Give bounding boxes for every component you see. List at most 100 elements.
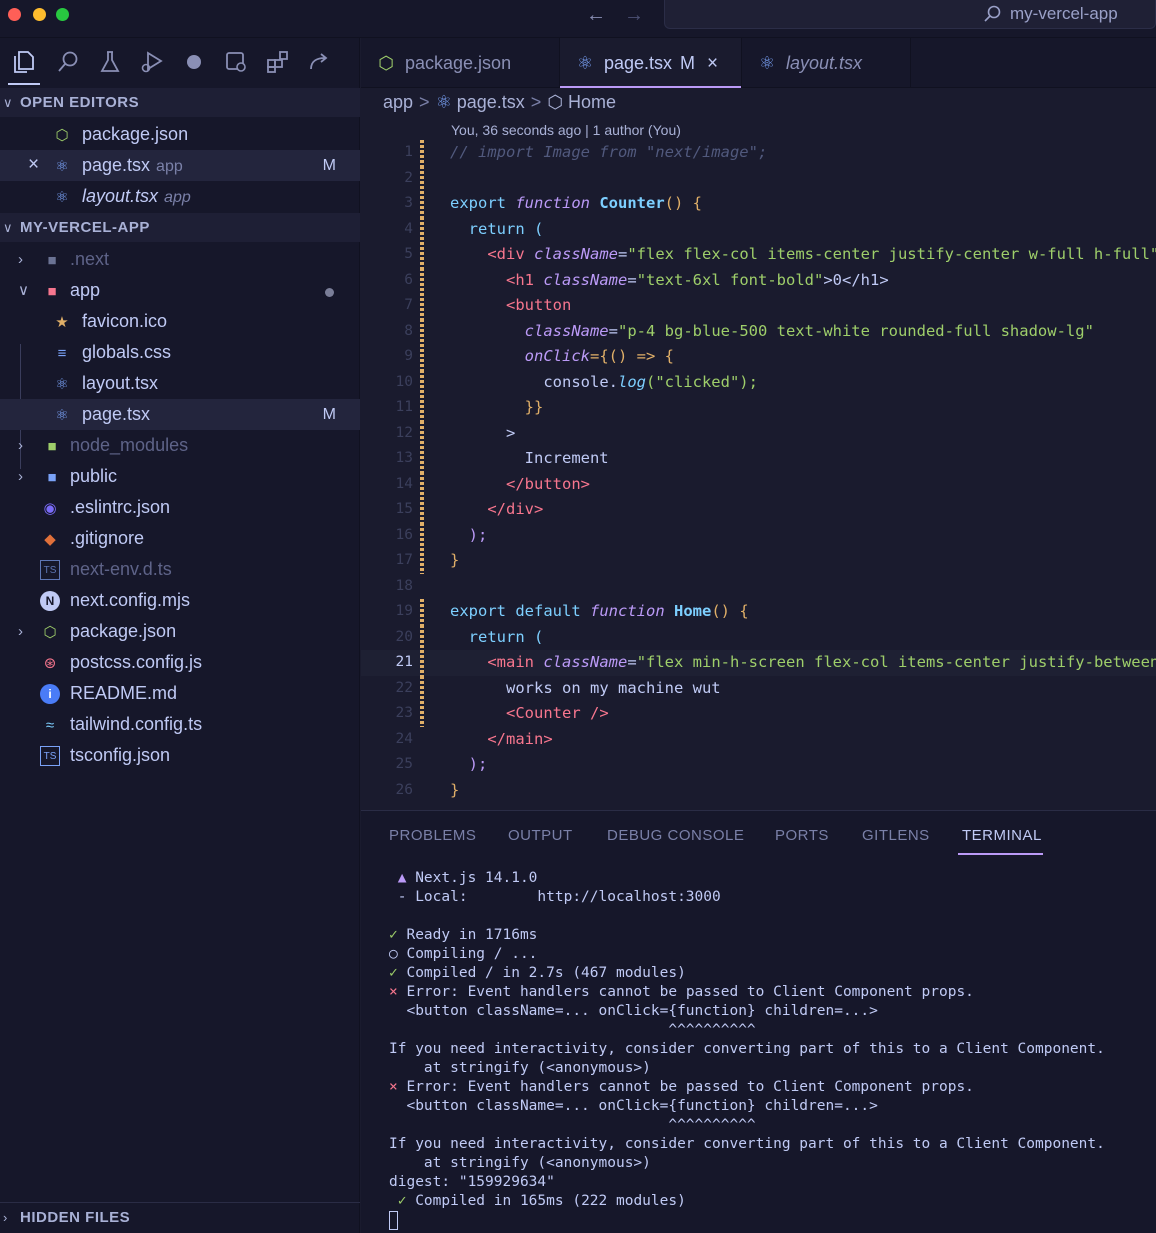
star-icon: ★	[55, 313, 69, 331]
terminal-line: at stringify (<anonymous>)	[389, 1060, 651, 1076]
tree-item-postcss-config[interactable]: ⊛ postcss.config.js	[0, 647, 360, 678]
modified-dot-icon	[325, 288, 334, 297]
remote-explorer-icon[interactable]	[222, 48, 250, 76]
code-keyword: function	[515, 194, 590, 212]
terminal-line: If you need interactivity, consider conv…	[389, 1041, 1105, 1057]
chevron-right-icon: ›	[3, 1210, 8, 1225]
tab-label: package.json	[405, 53, 512, 73]
cube-icon: ⬡	[547, 92, 568, 112]
tree-item-eslintrc[interactable]: ◉ .eslintrc.json	[0, 492, 360, 523]
terminal-line: ✓ Compiled in 165ms (222 modules)	[397, 1193, 686, 1209]
line-number: 12	[395, 424, 413, 441]
tree-item-next-config[interactable]: N next.config.mjs	[0, 585, 360, 616]
open-editors-header[interactable]: ∨ OPEN EDITORS	[0, 88, 360, 117]
project-header[interactable]: ∨ MY-VERCEL-APP	[0, 213, 360, 242]
terminal-status-icon: ⨯	[389, 984, 398, 1000]
tree-item-readme[interactable]: i README.md	[0, 678, 360, 709]
breadcrumb-file[interactable]: page.tsx	[457, 92, 525, 112]
gutter-change-marker	[420, 191, 424, 217]
tree-item-next-folder[interactable]: › ■ .next	[0, 244, 360, 275]
gutter-change-marker	[420, 471, 424, 497]
tree-item-public[interactable]: › ■ public	[0, 461, 360, 492]
folder-next-icon: ■	[47, 251, 57, 269]
command-center-search[interactable]: my-vercel-app	[664, 0, 1156, 29]
tree-item-globals-css[interactable]: ≡ globals.css	[0, 337, 360, 368]
extension-bug-icon[interactable]	[180, 48, 208, 76]
open-editor-package-json[interactable]: ⬡ package.json	[0, 119, 360, 150]
tab-problems[interactable]: PROBLEMS	[389, 827, 476, 844]
code-punctuation: >	[506, 423, 516, 442]
tab-debug-console[interactable]: DEBUG CONSOLE	[607, 827, 744, 844]
nodejs-file-icon: ⬡	[55, 126, 69, 144]
terminal-status-icon: ⨯	[389, 1079, 398, 1095]
gutter-change-marker	[420, 293, 424, 319]
code-tag: </button>	[506, 474, 590, 493]
tab-terminal[interactable]: TERMINAL	[962, 827, 1042, 844]
terminal-line: <button className=... onClick={function}…	[389, 1003, 878, 1019]
back-arrow-icon[interactable]: ←	[586, 4, 606, 27]
code-text: Increment	[524, 449, 609, 467]
code-function-name: Counter	[599, 194, 665, 212]
close-window-button[interactable]	[8, 8, 21, 21]
nextjs-icon: N	[40, 591, 60, 611]
line-number: 14	[395, 475, 413, 492]
line-number: 2	[404, 169, 413, 186]
terminal-line: - Local: http://localhost:3000	[389, 889, 721, 905]
line-number: 8	[404, 322, 413, 339]
code-tag: </main>	[487, 729, 553, 748]
tree-item-package-json[interactable]: › ⬡ package.json	[0, 616, 360, 647]
gutter-change-marker	[420, 344, 424, 370]
tree-item-tsconfig[interactable]: TS tsconfig.json	[0, 740, 360, 771]
code-punctuation: () {	[664, 194, 702, 212]
folder-public-icon: ■	[47, 468, 57, 486]
minimize-window-button[interactable]	[33, 8, 46, 21]
breadcrumb-app[interactable]: app	[383, 92, 413, 112]
breadcrumb-symbol[interactable]: Home	[568, 92, 616, 112]
gutter-change-marker	[420, 420, 424, 446]
tree-item-next-env[interactable]: TS next-env.d.ts	[0, 554, 360, 585]
terminal-line: ⨯ Error: Event handlers cannot be passed…	[389, 984, 974, 1000]
nodejs-file-icon: ⬡	[378, 53, 394, 73]
line-number: 24	[395, 730, 413, 747]
tree-item-node-modules[interactable]: › ■ node_modules	[0, 430, 360, 461]
tree-item-tailwind-config[interactable]: ≈ tailwind.config.ts	[0, 709, 360, 740]
gutter-change-marker	[420, 548, 424, 574]
flask-icon[interactable]	[96, 48, 124, 76]
tree-item-page-tsx[interactable]: ⚛ page.tsx M	[0, 399, 360, 430]
run-debug-icon[interactable]	[138, 48, 166, 76]
gutter-change-marker	[420, 522, 424, 548]
tree-item-gitignore[interactable]: ◆ .gitignore	[0, 523, 360, 554]
react-file-icon: ⚛	[576, 53, 594, 73]
tailwind-icon: ≈	[45, 716, 55, 734]
tab-layout-tsx[interactable]: ⚛ layout.tsx	[742, 38, 910, 88]
git-icon: ◆	[44, 530, 56, 548]
terminal-status-icon: ▲	[397, 870, 407, 886]
explorer-icon[interactable]	[8, 48, 40, 85]
line-number: 26	[395, 781, 413, 798]
tree-item-layout-tsx[interactable]: ⚛ layout.tsx	[0, 368, 360, 399]
share-icon[interactable]	[306, 48, 334, 76]
tree-item-favicon[interactable]: ★ favicon.ico	[0, 306, 360, 337]
close-icon[interactable]: ×	[28, 149, 39, 180]
tab-page-tsx[interactable]: ⚛ page.tsx M ×	[560, 38, 741, 88]
code-keyword: function	[590, 602, 665, 620]
bottom-panel: PROBLEMS OUTPUT DEBUG CONSOLE PORTS GITL…	[361, 810, 1156, 1233]
tab-gitlens[interactable]: GITLENS	[862, 827, 930, 844]
search-icon[interactable]	[54, 48, 82, 76]
command-center-label: my-vercel-app	[1010, 4, 1118, 23]
open-editor-page-tsx[interactable]: × ⚛ page.tsx app M	[0, 150, 360, 181]
code-comment: // import Image from "next/image";	[450, 143, 768, 161]
tab-ports[interactable]: PORTS	[775, 827, 829, 844]
maximize-window-button[interactable]	[56, 8, 69, 21]
eslint-icon: ◉	[43, 499, 57, 517]
tab-package-json[interactable]: ⬡ package.json	[361, 38, 559, 88]
tree-item-app-folder[interactable]: ∨ ■ app	[0, 275, 360, 306]
gitlens-blame-annotation[interactable]: You, 36 seconds ago | 1 author (You)	[451, 122, 681, 138]
extensions-icon[interactable]	[264, 48, 292, 76]
forward-arrow-icon[interactable]: →	[624, 4, 644, 27]
hidden-files-header[interactable]: › HIDDEN FILES	[0, 1202, 360, 1231]
open-editor-layout-tsx[interactable]: ⚛ layout.tsx app	[0, 181, 360, 212]
close-icon[interactable]: ×	[707, 53, 718, 74]
tab-output[interactable]: OUTPUT	[508, 827, 573, 844]
code-method: log	[617, 372, 646, 391]
